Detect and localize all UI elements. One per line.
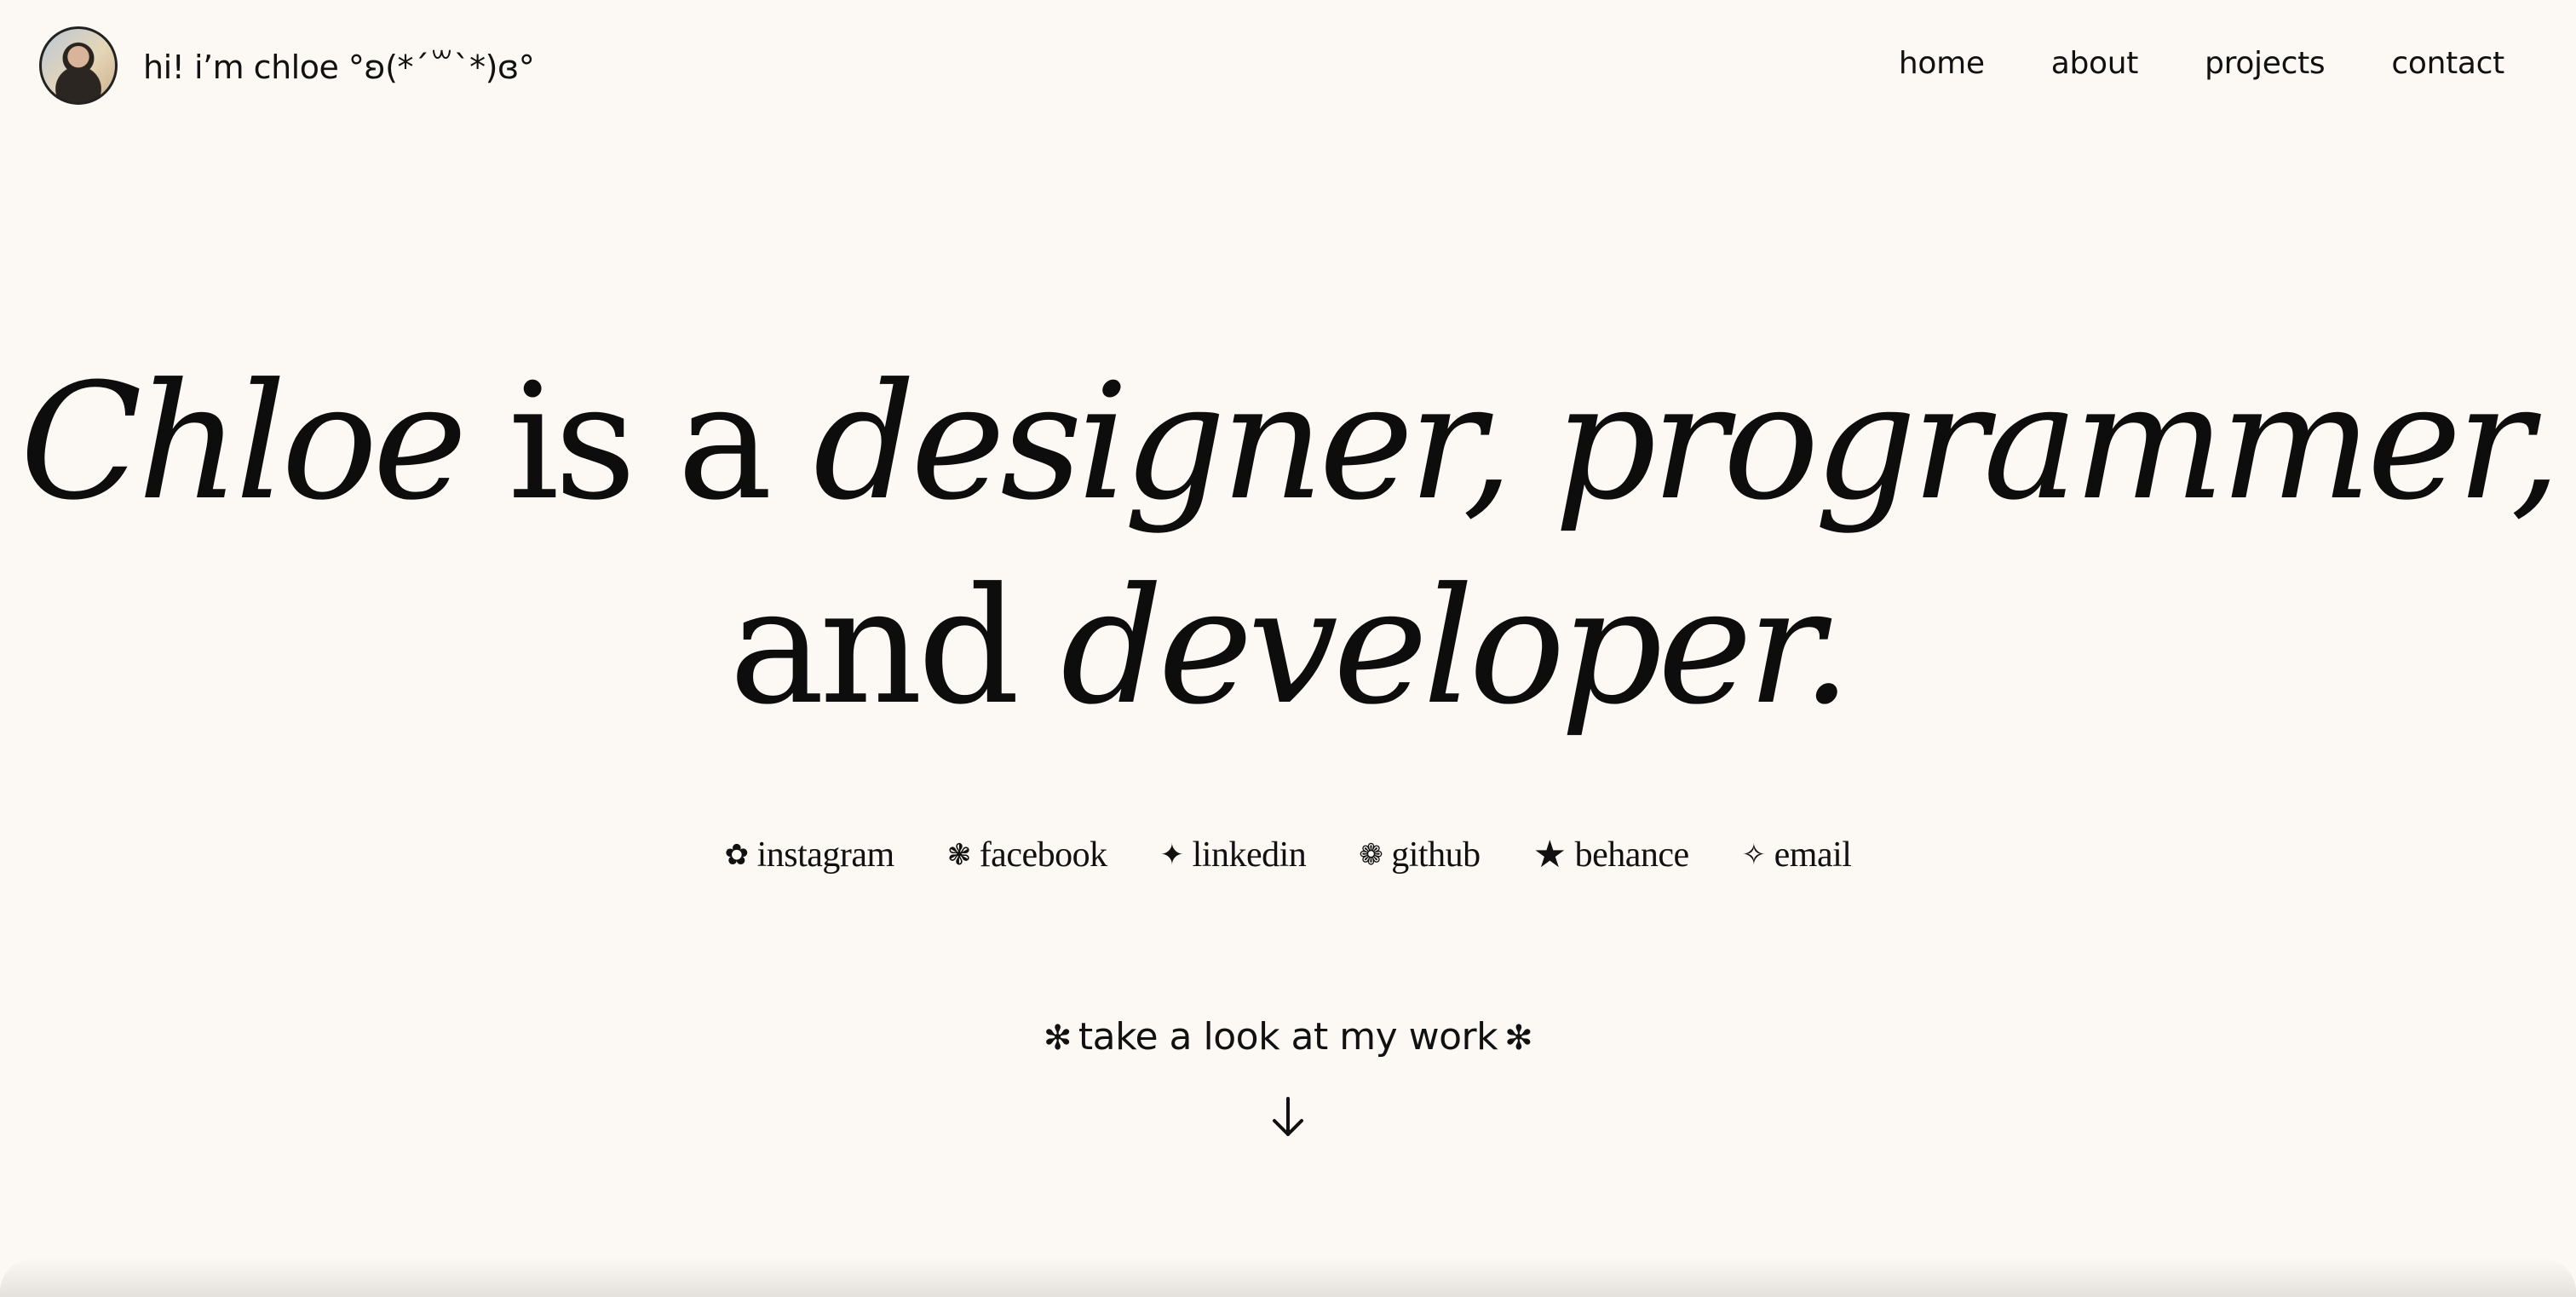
gear-flower-icon: ❁ <box>1359 837 1383 872</box>
hero-roles: designer, programmer, <box>813 349 2562 536</box>
nav-projects[interactable]: projects <box>2205 46 2326 81</box>
nav-home[interactable]: home <box>1899 46 1985 81</box>
nav-contact[interactable]: contact <box>2391 46 2504 81</box>
avatar[interactable] <box>39 26 118 105</box>
social-label: facebook <box>979 835 1107 875</box>
cta-text: take a look at my work <box>1078 1015 1498 1059</box>
social-links: ✿ instagram ❃ facebook ✦ linkedin ❁ gith… <box>0 833 2576 876</box>
social-label: github <box>1391 835 1481 875</box>
next-section-edge <box>0 1258 2576 1297</box>
arrow-down-icon[interactable] <box>1268 1093 1308 1141</box>
flower-icon: ✿ <box>724 837 750 872</box>
brand-greeting: hi! i’m chloe °ʚ(*´꒳`*)ɞ° <box>143 49 535 86</box>
asterisk-icon: ✻ <box>1043 1019 1072 1058</box>
social-email[interactable]: ✧ email <box>1742 833 1852 876</box>
brand[interactable]: hi! i’m chloe °ʚ(*´꒳`*)ɞ° <box>39 26 535 106</box>
hero-role-developer: developer. <box>1061 554 1852 740</box>
sparkle-outline-icon: ✧ <box>1741 837 1767 872</box>
main-nav: home about projects contact <box>1899 46 2504 81</box>
site-header: hi! i’m chloe °ʚ(*´꒳`*)ɞ° home about pro… <box>0 0 2576 136</box>
social-label: linkedin <box>1192 835 1307 875</box>
social-linkedin[interactable]: ✦ linkedin <box>1160 833 1307 876</box>
social-label: email <box>1774 835 1852 875</box>
asterisk-icon: ✻ <box>1504 1019 1533 1058</box>
social-github[interactable]: ❁ github <box>1359 833 1481 876</box>
hero-name: Chloe <box>20 349 467 536</box>
social-label: behance <box>1574 835 1690 875</box>
star-icon: ★ <box>1532 833 1567 876</box>
social-label: instagram <box>756 835 895 875</box>
hero-connector-2: and <box>728 554 1061 740</box>
page: hi! i’m chloe °ʚ(*´꒳`*)ɞ° home about pro… <box>0 0 2576 1297</box>
social-instagram[interactable]: ✿ instagram <box>724 833 895 876</box>
hero-connector-1: is a <box>462 349 814 536</box>
work-cta[interactable]: ✻ take a look at my work ✻ <box>0 1015 2576 1059</box>
nav-about[interactable]: about <box>2051 46 2139 81</box>
hero-line-1: Chloe is a designer, programmer, <box>0 341 2576 545</box>
hero-headline: Chloe is a designer, programmer, and dev… <box>0 341 2576 749</box>
social-behance[interactable]: ★ behance <box>1532 833 1690 876</box>
snowflake-icon: ❃ <box>946 837 972 872</box>
social-facebook[interactable]: ❃ facebook <box>947 833 1107 876</box>
hero-line-2: and developer. <box>0 545 2576 749</box>
four-point-star-icon: ✦ <box>1159 837 1185 872</box>
